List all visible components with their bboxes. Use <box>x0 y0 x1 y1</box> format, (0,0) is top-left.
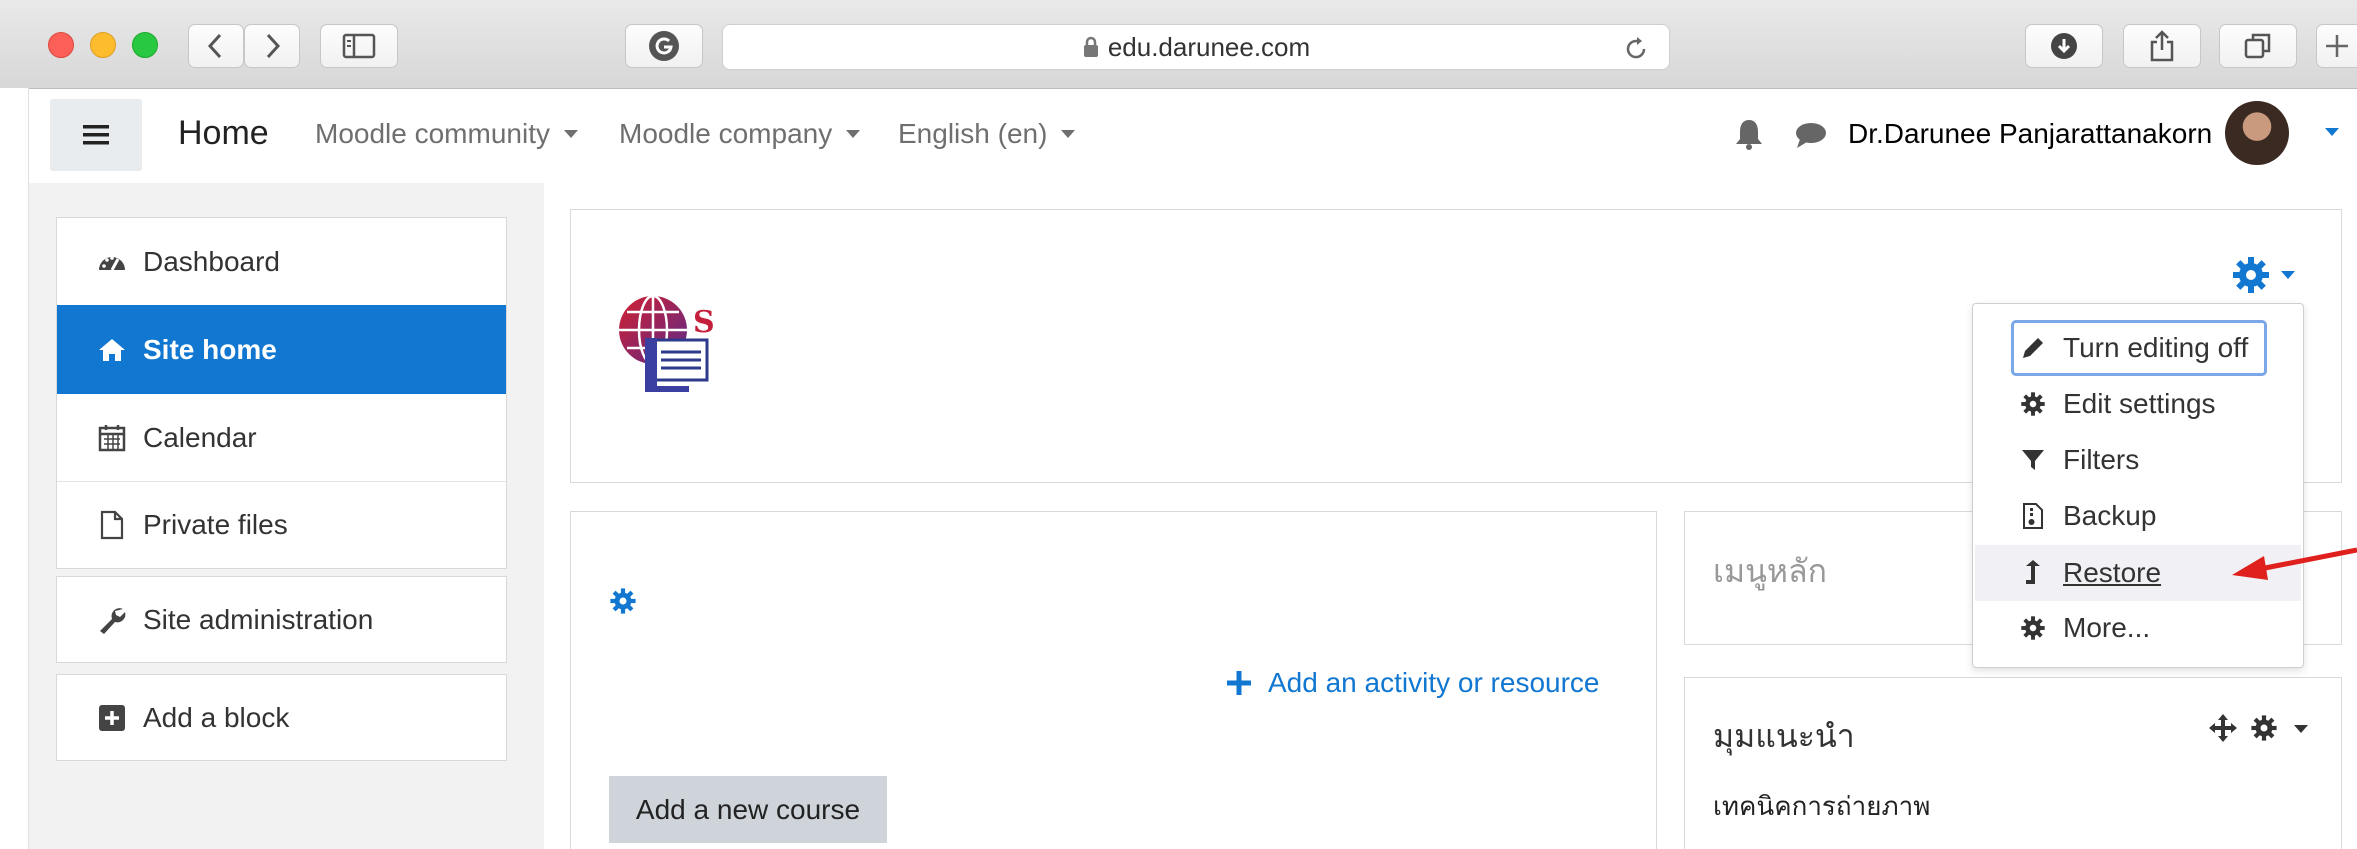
sidebar-item-site-administration[interactable]: Site administration <box>57 577 506 662</box>
minimize-window-button[interactable] <box>90 32 116 58</box>
sidebar-item-label: Private files <box>143 508 288 540</box>
block-actions-caret-icon[interactable] <box>2294 725 2308 733</box>
gear-icon <box>2019 615 2047 641</box>
site-logo: S <box>619 294 715 392</box>
menu-item-filters[interactable]: Filters <box>1975 435 2301 485</box>
lock-icon <box>1083 36 1098 57</box>
home-icon <box>95 337 129 363</box>
notifications-bell-icon[interactable] <box>1734 118 1764 150</box>
course-settings-menu-toggle[interactable] <box>2231 255 2295 295</box>
nav-drawer: Dashboard Site home Calendar Private fil… <box>56 217 507 569</box>
reload-icon[interactable] <box>1623 36 1649 62</box>
language-menu[interactable]: English (en) <box>898 118 1076 150</box>
block-actions-gear-icon[interactable] <box>2250 714 2278 742</box>
menu-item-label: Restore <box>2063 557 2162 588</box>
sidebar-item-calendar[interactable]: Calendar <box>57 394 506 482</box>
share-icon <box>2150 30 2174 62</box>
user-menu-name[interactable]: Dr.Darunee Panjarattanakorn <box>1848 118 2212 150</box>
home-link[interactable]: Home <box>178 114 269 153</box>
filter-icon <box>2019 448 2047 472</box>
restore-icon <box>2019 560 2047 586</box>
tips-block-title: มุมแนะนำ <box>1713 718 1855 754</box>
edit-section-gear-icon[interactable] <box>609 587 637 615</box>
menu-item-more[interactable]: More... <box>1975 603 2301 653</box>
pencil-icon <box>2019 335 2047 361</box>
menu-item-label: Edit settings <box>2063 388 2216 419</box>
main-menu-block-title: เมนูหลัก <box>1713 553 1827 589</box>
plus-square-icon <box>95 704 129 732</box>
add-block-button[interactable]: Add a block <box>57 675 506 760</box>
back-button[interactable] <box>188 24 244 68</box>
moodle-company-menu[interactable]: Moodle company <box>619 118 861 150</box>
back-icon <box>207 33 222 59</box>
menu-item-edit-settings[interactable]: Edit settings <box>1975 379 2301 429</box>
drawer-toggle-button[interactable] <box>50 99 142 171</box>
add-new-course-button[interactable]: Add a new course <box>609 776 887 843</box>
sidebar-item-label: Site home <box>143 333 277 365</box>
sidebar-item-label: Calendar <box>143 421 257 453</box>
sidebar-icon <box>342 33 376 59</box>
menu-item-label: Filters <box>2063 444 2140 475</box>
hamburger-icon <box>83 125 109 145</box>
sidebar-item-label: Dashboard <box>143 245 280 277</box>
forward-button[interactable] <box>244 24 300 68</box>
plus-icon <box>1227 671 1251 695</box>
grammarly-button[interactable] <box>625 24 703 68</box>
file-archive-icon <box>2019 502 2047 530</box>
dashboard-icon <box>95 250 129 274</box>
wrench-icon <box>95 605 129 635</box>
moodle-community-menu[interactable]: Moodle community <box>315 118 578 150</box>
tab-overview-button[interactable] <box>2219 24 2297 68</box>
sidebar-item-site-home[interactable]: Site home <box>57 305 506 394</box>
sidebar-item-dashboard[interactable]: Dashboard <box>57 218 506 306</box>
site-administration-section: Site administration <box>56 576 507 663</box>
sidebar-item-label: Add a block <box>143 701 290 733</box>
tabs-icon <box>2244 33 2271 59</box>
download-icon <box>2051 33 2077 59</box>
svg-text:S: S <box>693 305 715 340</box>
sidebar-item-private-files[interactable]: Private files <box>57 481 506 568</box>
user-menu-caret-icon[interactable] <box>2325 128 2339 136</box>
tips-block-item[interactable]: เทคนิคการถ่ายภาพ <box>1713 786 1930 827</box>
sidebar-toggle-button[interactable] <box>320 24 398 68</box>
share-button[interactable] <box>2123 24 2201 68</box>
menu-item-backup[interactable]: Backup <box>1975 491 2301 541</box>
address-bar[interactable]: edu.darunee.com <box>722 24 1670 70</box>
menu-label: English (en) <box>898 118 1048 149</box>
add-block-section: Add a block <box>56 674 507 761</box>
forward-icon <box>266 33 281 59</box>
course-settings-dropdown: Turn editing off Edit settings Filters B… <box>1972 303 2304 668</box>
zoom-window-button[interactable] <box>132 32 158 58</box>
menu-item-label: Backup <box>2063 500 2157 531</box>
calendar-icon <box>95 424 129 452</box>
menu-item-turn-editing-off[interactable]: Turn editing off <box>1975 323 2301 373</box>
browser-toolbar: edu.darunee.com <box>0 0 2357 89</box>
move-icon[interactable] <box>2208 713 2238 743</box>
add-activity-label: Add an activity or resource <box>1268 667 1600 698</box>
grammarly-icon <box>649 31 679 61</box>
menu-label: Moodle community <box>315 118 550 149</box>
gear-icon <box>2019 391 2047 417</box>
downloads-button[interactable] <box>2025 24 2103 68</box>
file-icon <box>95 510 129 540</box>
menu-item-label: Turn editing off <box>2063 332 2249 363</box>
menu-label: Moodle company <box>619 118 833 149</box>
sidebar-item-label: Site administration <box>143 603 374 635</box>
caret-down-icon <box>1061 130 1076 138</box>
menu-item-label: More... <box>2063 612 2151 643</box>
new-tab-button[interactable] <box>2316 24 2357 68</box>
messages-icon[interactable] <box>1794 121 1828 149</box>
new-tab-icon <box>2326 35 2348 57</box>
caret-down-icon <box>846 130 861 138</box>
annotation-arrow <box>2232 547 2357 580</box>
window-left-margin <box>0 88 29 849</box>
add-activity-link[interactable]: Add an activity or resource <box>1226 667 1600 699</box>
close-window-button[interactable] <box>48 32 74 58</box>
url-text: edu.darunee.com <box>1107 31 1311 62</box>
gear-icon <box>2233 257 2269 293</box>
caret-down-icon <box>2281 271 2295 279</box>
avatar[interactable] <box>2225 101 2289 165</box>
caret-down-icon <box>563 130 578 138</box>
